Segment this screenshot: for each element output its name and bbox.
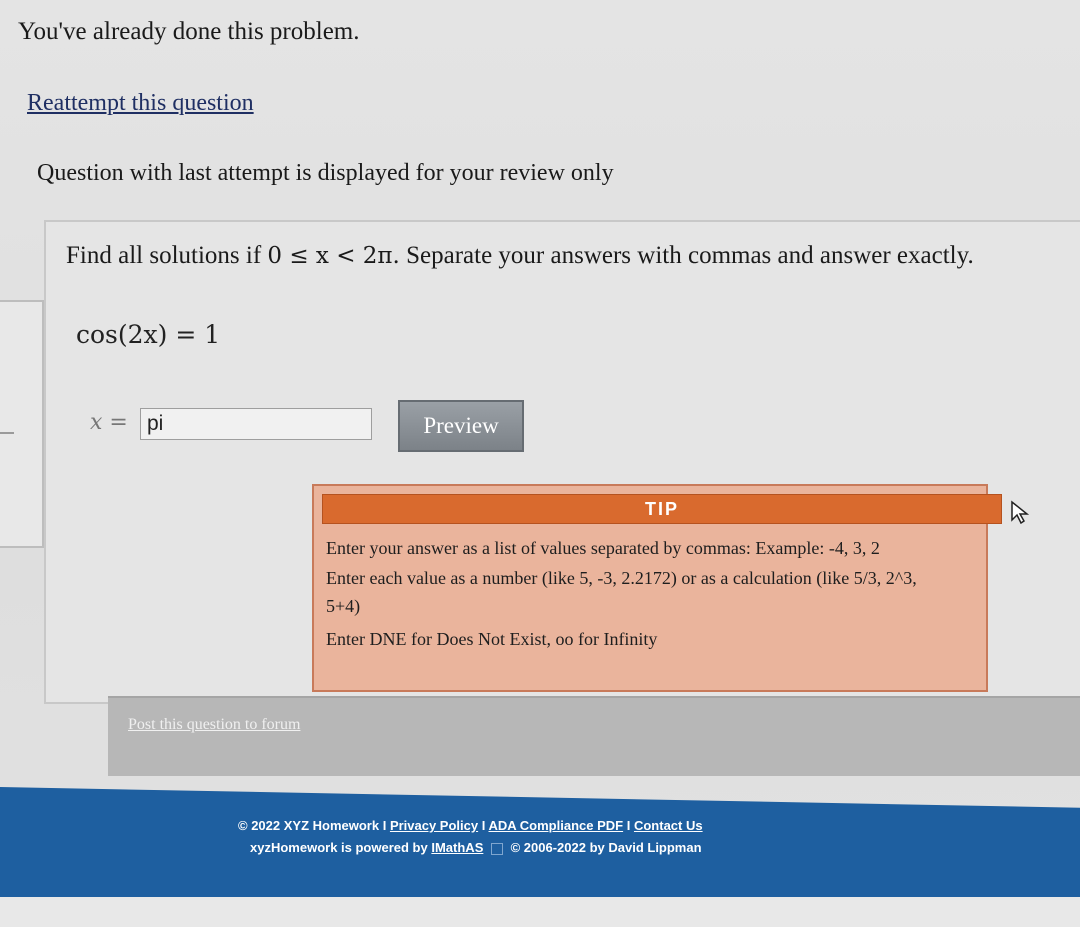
equation: cos(2x) = 1 xyxy=(76,320,221,349)
lippman-copyright: © 2006-2022 by David Lippman xyxy=(510,840,702,855)
privacy-policy-link[interactable]: Privacy Policy xyxy=(390,818,478,833)
tip-line-1: Enter your answer as a list of values se… xyxy=(326,538,880,558)
imathas-link[interactable]: IMathAS xyxy=(431,840,483,855)
side-divider xyxy=(0,432,14,434)
preview-button[interactable]: Preview xyxy=(398,400,524,452)
tip-line-2: Enter each value as a number (like 5, -3… xyxy=(326,568,917,588)
contact-us-link[interactable]: Contact Us xyxy=(634,818,703,833)
powered-by-text: xyzHomework is powered by xyxy=(250,840,428,855)
answer-label: x = xyxy=(90,410,128,435)
prompt-prefix: Find all solutions if xyxy=(66,242,262,269)
forum-bar: Post this question to forum xyxy=(108,696,1080,776)
side-panel-edge xyxy=(0,300,44,548)
tip-line-4: Enter DNE for Does Not Exist, oo for Inf… xyxy=(326,629,658,649)
done-message: You've already done this problem. xyxy=(18,18,360,45)
prompt-math: 0 ≤ x < 2π. xyxy=(267,243,400,269)
footer-separator: I xyxy=(626,818,631,833)
footer-separator: I xyxy=(481,818,486,833)
footer-small-icon xyxy=(490,842,503,855)
question-prompt: Find all solutions if 0 ≤ x < 2π. Separa… xyxy=(66,242,974,270)
footer-credits: xyzHomework is powered by IMathAS © 2006… xyxy=(250,840,702,855)
reattempt-link[interactable]: Reattempt this question xyxy=(27,90,254,117)
prompt-suffix: Separate your answers with commas and an… xyxy=(406,242,974,269)
ada-compliance-link[interactable]: ADA Compliance PDF xyxy=(489,818,624,833)
tip-box: TIP Enter your answer as a list of value… xyxy=(312,484,1002,692)
tip-header: TIP xyxy=(322,494,1002,524)
post-to-forum-link[interactable]: Post this question to forum xyxy=(128,716,300,734)
review-note: Question with last attempt is displayed … xyxy=(37,160,614,186)
footer-links: © 2022 XYZ Homework I Privacy Policy I A… xyxy=(238,818,703,833)
answer-input[interactable] xyxy=(140,408,372,440)
mouse-cursor-icon xyxy=(1011,500,1030,524)
bottom-strip xyxy=(0,897,1080,927)
tip-line-3: 5+4) xyxy=(326,596,361,616)
footer-copyright: © 2022 XYZ Homework I xyxy=(238,818,387,833)
